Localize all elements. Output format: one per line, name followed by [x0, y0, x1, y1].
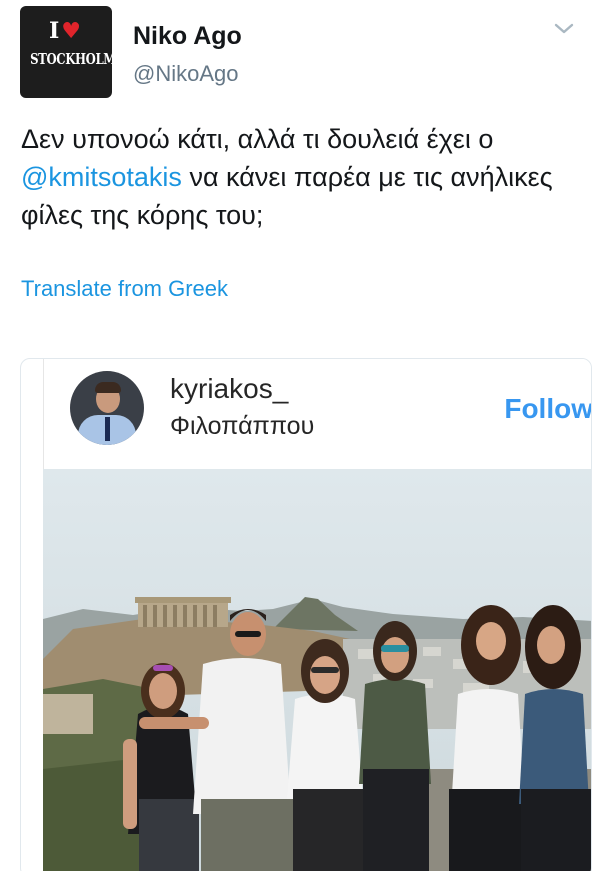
tweet-header: I♥ STOCKHOLM Niko Ago @NikoAgo — [20, 6, 580, 102]
instagram-follow-button: Follow — [504, 393, 592, 424]
instagram-location: Φιλοπάππου — [170, 412, 315, 440]
display-name[interactable]: Niko Ago — [133, 22, 242, 51]
tweet-text: Δεν υπονοώ κάτι, αλλά τι δουλειά έχει ο … — [21, 120, 581, 234]
chevron-down-icon[interactable] — [552, 20, 576, 38]
instagram-avatar — [70, 371, 144, 445]
user-handle[interactable]: @NikoAgo — [133, 61, 239, 87]
instagram-username: kyriakos_ — [170, 373, 289, 404]
user-avatar[interactable]: I♥ STOCKHOLM — [20, 6, 112, 98]
group-photo — [43, 469, 591, 871]
heart-icon: ♥ — [61, 18, 84, 44]
avatar-logo-line1: I♥ — [48, 18, 84, 44]
translate-link[interactable]: Translate from Greek — [21, 276, 228, 302]
avatar-logo-line2: STOCKHOLM — [30, 50, 112, 68]
tweet-text-part: Δεν υπονοώ κάτι, αλλά τι δουλειά έχει ο — [21, 124, 494, 154]
tweet-media-image[interactable]: kyriakos_ Φιλοπάππου Follow — [20, 358, 592, 871]
instagram-post-header: kyriakos_ Φιλοπάππου Follow — [43, 359, 592, 469]
mention-link[interactable]: @kmitsotakis — [21, 162, 182, 192]
